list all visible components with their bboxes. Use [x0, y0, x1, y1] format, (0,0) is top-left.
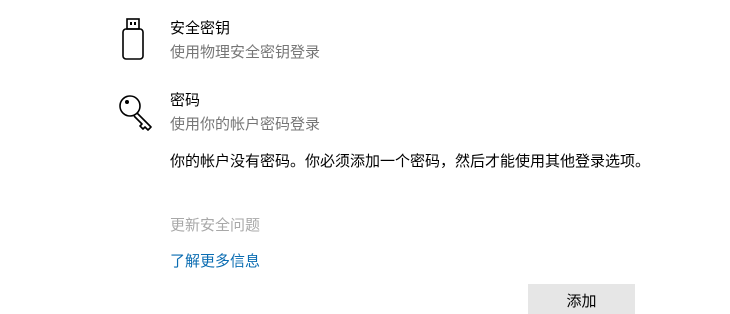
password-option[interactable]: 密码 使用你的帐户密码登录 [110, 83, 410, 143]
password-subtitle: 使用你的帐户密码登录 [170, 115, 321, 133]
security-key-option[interactable]: 安全密钥 使用物理安全密钥登录 [110, 12, 410, 72]
update-security-questions-link[interactable]: 更新安全问题 [170, 214, 260, 235]
learn-more-link[interactable]: 了解更多信息 [170, 250, 260, 271]
password-description: 你的帐户没有密码。你必须添加一个密码，然后才能使用其他登录选项。 [170, 152, 651, 170]
password-title: 密码 [170, 91, 201, 109]
add-password-button[interactable]: 添加 [528, 284, 635, 314]
usb-key-icon [110, 15, 160, 65]
key-icon [110, 88, 160, 138]
security-key-title: 安全密钥 [170, 19, 231, 37]
sign-in-options-page: 安全密钥 使用物理安全密钥登录 密码 使用你的帐户密码登录 你的帐户没有密码。你… [0, 0, 730, 314]
security-key-subtitle: 使用物理安全密钥登录 [170, 43, 321, 61]
